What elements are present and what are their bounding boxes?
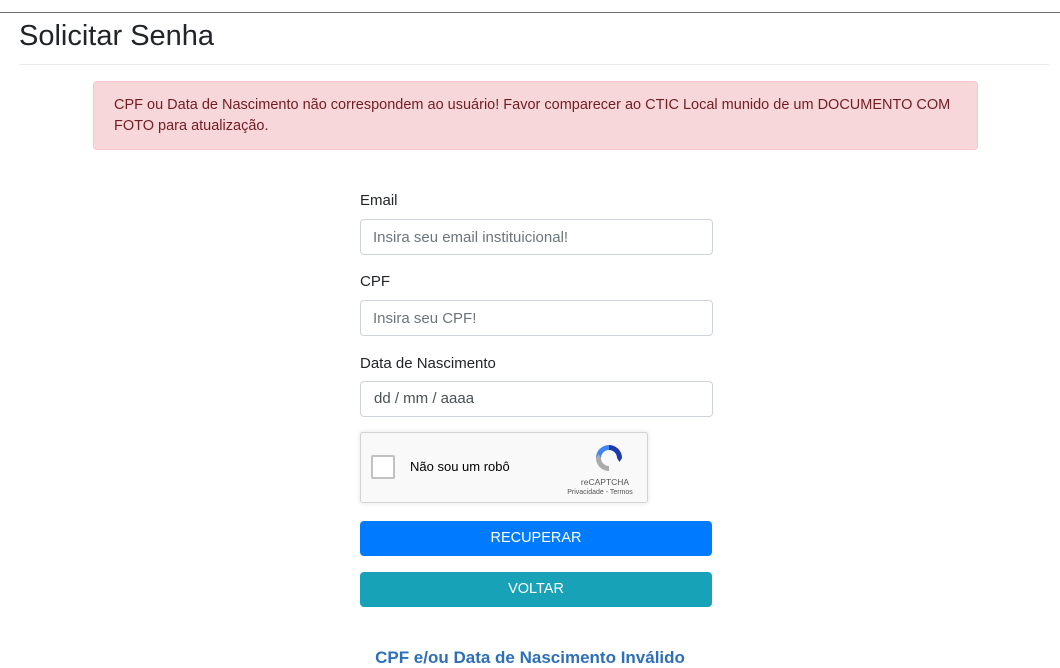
birthdate-label: Data de Nascimento bbox=[360, 355, 496, 372]
recaptcha-checkbox[interactable] bbox=[371, 455, 395, 479]
cpf-label: CPF bbox=[360, 273, 390, 290]
recaptcha-label: Não sou um robô bbox=[410, 459, 510, 474]
birthdate-input[interactable]: dd / mm / aaaa bbox=[360, 381, 713, 417]
cpf-input[interactable] bbox=[360, 300, 713, 336]
email-label: Email bbox=[360, 192, 398, 209]
error-alert: CPF ou Data de Nascimento não correspond… bbox=[93, 81, 978, 150]
email-input[interactable] bbox=[360, 219, 713, 255]
recaptcha-icon bbox=[596, 445, 622, 471]
error-alert-message: CPF ou Data de Nascimento não correspond… bbox=[114, 97, 951, 134]
back-button[interactable]: VOLTAR bbox=[360, 572, 712, 607]
validation-message: CPF e/ou Data de Nascimento Inválido bbox=[375, 648, 685, 667]
recaptcha-links[interactable]: Privacidade - Termos bbox=[551, 489, 649, 496]
title-divider bbox=[19, 64, 1049, 65]
recaptcha-widget: Não sou um robô reCAPTCHA Privacidade - … bbox=[360, 432, 648, 503]
recaptcha-brand: reCAPTCHA bbox=[580, 477, 630, 487]
recover-button[interactable]: RECUPERAR bbox=[360, 521, 712, 556]
top-border bbox=[0, 12, 1060, 13]
birthdate-placeholder: dd / mm / aaaa bbox=[374, 390, 475, 407]
page-title: Solicitar Senha bbox=[19, 20, 215, 52]
